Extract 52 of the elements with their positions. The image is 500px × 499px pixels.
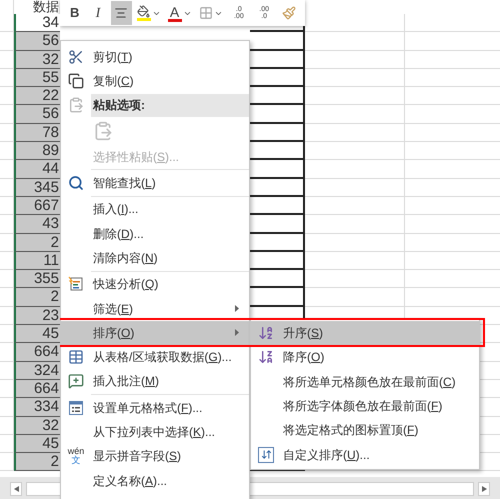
table-cell: 45 (14, 325, 60, 344)
table-cell: 55 (14, 68, 60, 88)
menu-item[interactable]: 自定义排序(U)... (251, 442, 479, 467)
menu-item[interactable]: 将选定格式的图标置顶(F) (251, 418, 479, 442)
table-cell: 324 (14, 362, 60, 380)
table-cell: 345 (14, 178, 60, 197)
pinyin-icon: wén 文 (68, 447, 84, 466)
table-cell: 667 (14, 196, 60, 216)
menu-item[interactable]: 复制(C) (61, 69, 249, 94)
menu-item[interactable]: 从表格/区域获取数据(G)... (61, 344, 249, 370)
table-cell: 334 (14, 398, 60, 417)
menu-item[interactable]: 排序(O) (61, 320, 249, 345)
table-cell: 11 (14, 252, 60, 270)
menu-item[interactable]: 定义名称(A)... (61, 468, 249, 493)
menu-item[interactable]: 设置单元格格式(F)... (61, 396, 249, 420)
table-cell: 43 (14, 215, 60, 234)
bold-button[interactable]: B (64, 1, 86, 25)
column-header: 数据 (33, 0, 59, 14)
table-cell: 23 (14, 306, 60, 326)
menu-item[interactable]: 将所选单元格颜色放在最前面(C) (251, 370, 479, 394)
font-color-button[interactable]: A (165, 1, 194, 25)
table-cell: 78 (14, 124, 60, 142)
table-cell: 2 (14, 453, 60, 472)
menu-item[interactable]: 插入批注(M) (61, 369, 249, 394)
menu-item[interactable]: 降序(O) (251, 345, 479, 370)
table-cell: 355 (14, 270, 60, 288)
table-cell: 56 (14, 32, 60, 51)
table-cell: 32 (14, 50, 60, 69)
table-cell: 45 (14, 434, 60, 454)
menu-item[interactable]: 剪切(T) (61, 45, 249, 70)
italic-button[interactable]: I (87, 1, 109, 25)
menu-item[interactable]: 插入(I)... (61, 197, 249, 222)
table-cell: 664 (14, 380, 60, 398)
menu-item[interactable]: 从下拉列表中选择(K)... (61, 420, 249, 444)
table-cell: 22 (14, 87, 60, 106)
table-cell: 2 (14, 288, 60, 307)
table-cell: 2 (14, 234, 60, 252)
table-cell: 56 (14, 105, 60, 124)
menu-item[interactable]: 智能查找(L) (61, 170, 249, 196)
table-cell: 34 (14, 14, 60, 32)
menu-item[interactable]: 清除内容(N) (61, 246, 249, 270)
table-cell: 664 (14, 343, 60, 362)
menu-item[interactable]: 删除(D)... (61, 221, 249, 246)
menu-item[interactable]: 快速分析(Q) (61, 272, 249, 296)
menu-item[interactable]: 将所选字体颜色放在最前面(F) (251, 394, 479, 418)
table-cell: 32 (14, 416, 60, 435)
menu-item[interactable]: 升序(S) (251, 321, 479, 346)
table-cell: 44 (14, 160, 60, 179)
menu-section-header: 粘贴选项: (91, 94, 249, 117)
font-color-letter: A (170, 4, 180, 18)
table-cell: 89 (14, 142, 60, 160)
menu-item[interactable]: 筛选(E) (61, 296, 249, 321)
